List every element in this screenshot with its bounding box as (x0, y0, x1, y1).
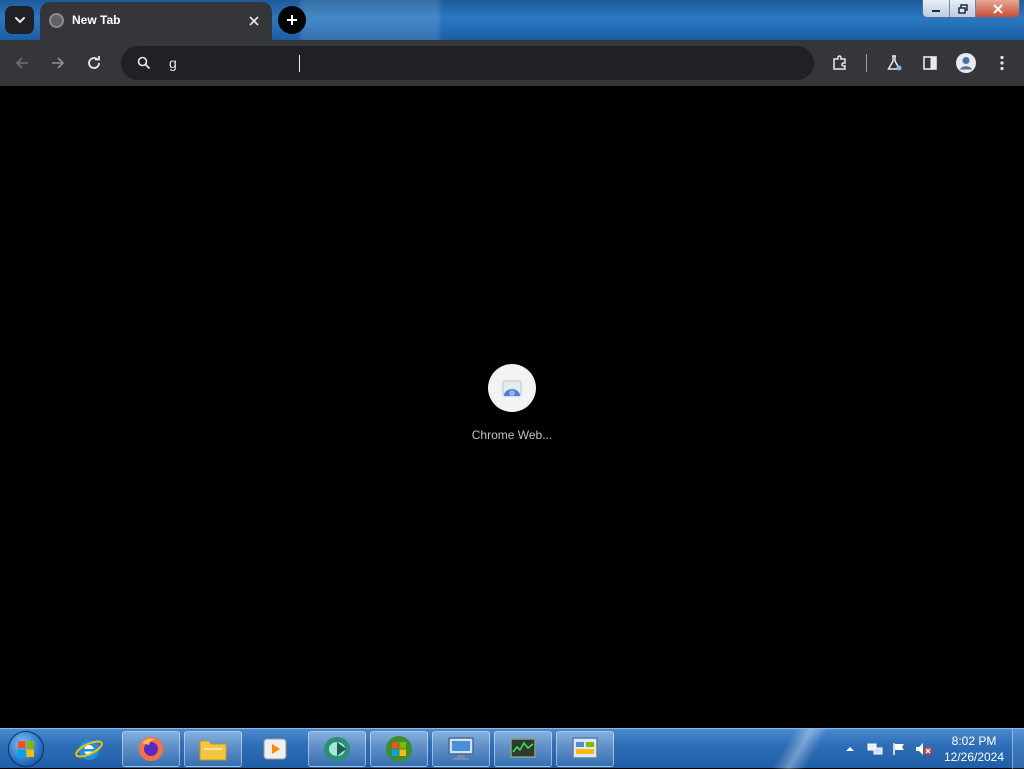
browser-toolbar (0, 40, 1024, 86)
tab-favicon-icon (49, 13, 64, 28)
browser-titlebar: New Tab (0, 0, 1024, 40)
reload-button[interactable] (80, 49, 108, 77)
taskbar-control-panel[interactable] (556, 731, 614, 767)
shortcut-label: Chrome Web... (471, 428, 553, 442)
close-icon (992, 4, 1003, 14)
clock-date: 12/26/2024 (943, 750, 1005, 764)
tab-new-tab[interactable]: New Tab (40, 2, 272, 40)
search-icon (137, 56, 151, 70)
taskbar-windows-app[interactable] (370, 731, 428, 767)
shortcut-tile[interactable]: Chrome Web... (456, 364, 568, 454)
new-tab-button[interactable] (278, 6, 306, 34)
windows-orb-icon (8, 731, 44, 767)
system-clock[interactable]: 8:02 PM 12/26/2024 (940, 733, 1008, 765)
show-hidden-icons-button[interactable] (842, 729, 858, 769)
close-icon (249, 16, 259, 26)
tray-volume[interactable] (912, 729, 936, 769)
task-manager-icon (510, 738, 536, 758)
taskbar-file-explorer[interactable] (184, 731, 242, 767)
omnibox[interactable] (121, 46, 814, 80)
tray-action-center[interactable] (888, 729, 910, 769)
tab-title: New Tab (72, 13, 121, 27)
extensions-button[interactable] (826, 49, 854, 77)
windows-flag-icon (18, 741, 34, 757)
menu-button[interactable] (988, 49, 1016, 77)
shortcut-icon-circle (488, 364, 536, 412)
taskbar-app-active[interactable] (308, 731, 366, 767)
close-window-button[interactable] (975, 0, 1019, 17)
profile-icon (956, 53, 976, 73)
forward-button[interactable] (44, 49, 72, 77)
back-button[interactable] (8, 49, 36, 77)
plus-icon (287, 15, 297, 25)
new-tab-page: Chrome Web... (0, 86, 1024, 728)
firefox-icon (139, 737, 163, 761)
show-desktop-button[interactable] (1012, 729, 1024, 769)
taskbar-firefox[interactable] (122, 731, 180, 767)
text-caret (299, 55, 300, 72)
clock-time: 8:02 PM (951, 734, 997, 748)
computer-icon (448, 737, 474, 760)
internet-explorer-icon (75, 740, 103, 760)
chevron-down-icon (14, 17, 25, 24)
tab-search-button[interactable] (5, 6, 34, 34)
profile-button[interactable] (952, 49, 980, 77)
windows-logo-icon (386, 736, 412, 762)
tab-close-button[interactable] (244, 11, 264, 31)
side-panel-button[interactable] (916, 49, 944, 77)
chrome-web-store-icon (502, 380, 522, 397)
flask-icon (887, 55, 902, 71)
arrow-left-icon (15, 57, 28, 69)
taskbar-light-streak (770, 729, 830, 769)
kebab-menu-icon (1000, 55, 1004, 71)
taskbar-internet-explorer[interactable] (60, 731, 118, 767)
minimize-button[interactable] (923, 0, 949, 17)
taskbar: 8:02 PM 12/26/2024 (0, 728, 1024, 769)
tray-network[interactable] (864, 729, 886, 769)
volume-muted-icon (916, 743, 932, 755)
reload-icon (88, 56, 100, 69)
minimize-icon (932, 10, 940, 12)
omnibox-input[interactable] (169, 52, 789, 74)
window-controls (922, 0, 1020, 18)
folder-icon (199, 740, 227, 761)
taskbar-computer[interactable] (432, 731, 490, 767)
toolbar-divider (866, 54, 867, 72)
chevron-up-icon (846, 747, 854, 751)
taskbar-task-manager[interactable] (494, 731, 552, 767)
flag-icon (893, 743, 904, 755)
labs-button[interactable] (880, 49, 908, 77)
restore-button[interactable] (949, 0, 975, 17)
puzzle-icon (833, 55, 846, 70)
media-player-icon (263, 738, 287, 760)
network-icon (867, 743, 883, 755)
side-panel-icon (923, 56, 937, 70)
taskbar-media-player[interactable] (246, 731, 304, 767)
titlebar-sheen (300, 0, 440, 40)
start-button[interactable] (6, 730, 46, 768)
restore-icon (957, 4, 968, 14)
control-panel-icon (572, 737, 598, 759)
app-icon (324, 737, 350, 761)
arrow-right-icon (52, 57, 65, 69)
